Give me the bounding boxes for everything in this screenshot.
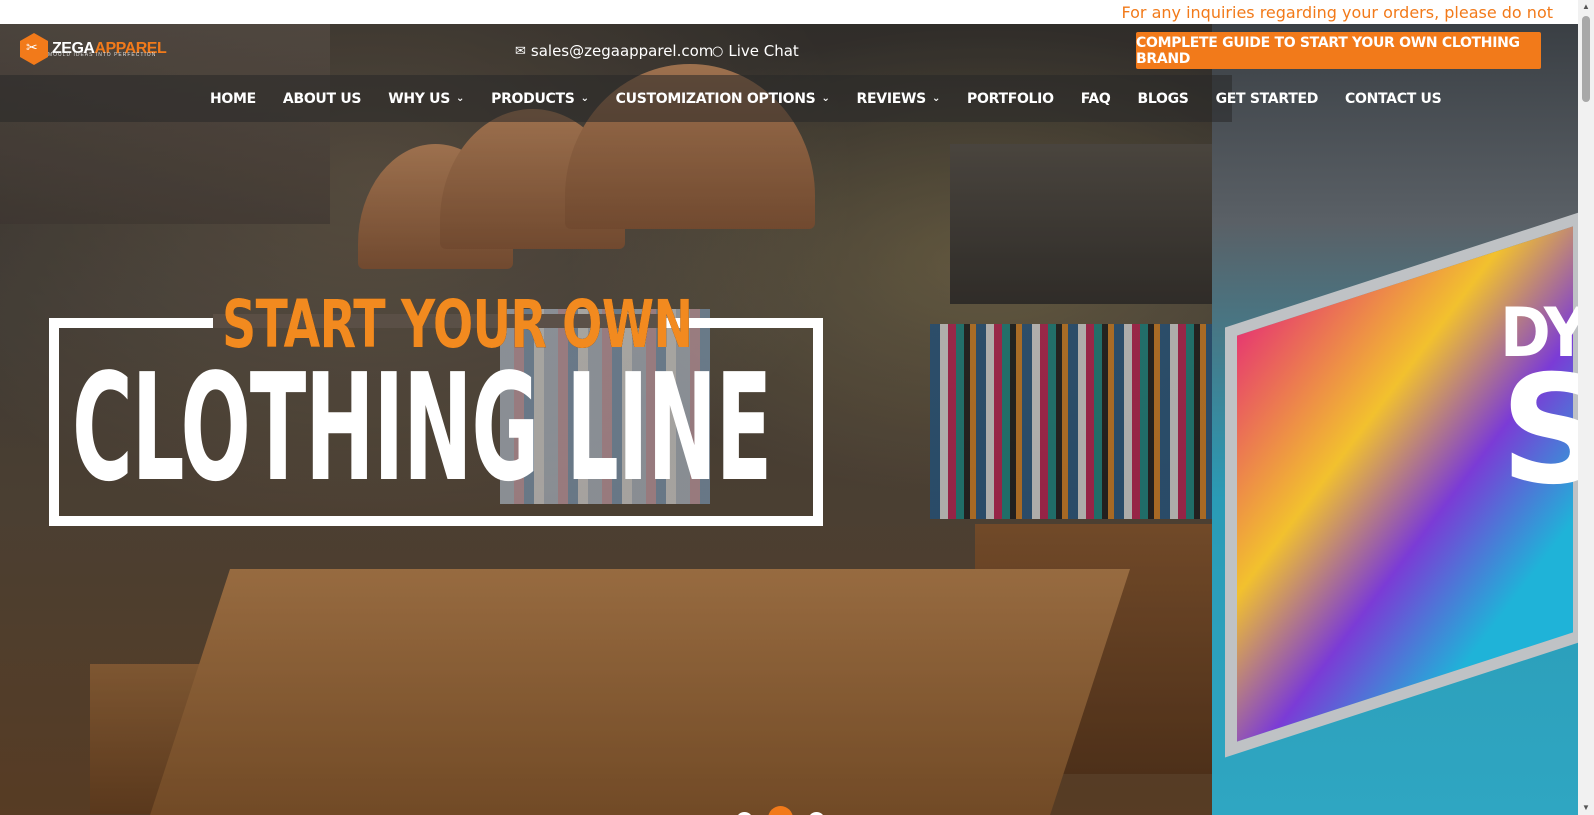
chevron-down-icon: ⌄: [931, 93, 941, 104]
hero-slider: DY S START YOUR OWN CLOTHING LINE: [0, 24, 1578, 815]
nav-item-label: REVIEWS: [856, 90, 927, 107]
live-chat-text: Live Chat: [728, 42, 799, 60]
nav-item-customization-options[interactable]: CUSTOMIZATION OPTIONS ⌄: [616, 91, 830, 107]
chevron-down-icon: ⌄: [456, 93, 465, 104]
nav-item-portfolio[interactable]: PORTFOLIO: [967, 91, 1054, 107]
site-logo[interactable]: ZEGAAPPAREL: [20, 33, 167, 65]
nav-item-label: HOME: [210, 90, 256, 107]
scrollbar[interactable]: ▲ ▼: [1578, 0, 1594, 815]
nav-item-about-us[interactable]: ABOUT US: [282, 90, 362, 107]
nav-item-label: WHY US: [388, 90, 451, 107]
logo-icon: [20, 33, 48, 65]
nav-item-label: PORTFOLIO: [967, 90, 1054, 107]
live-chat-link[interactable]: ○ Live Chat: [712, 42, 799, 60]
nav-item-faq[interactable]: FAQ: [1081, 91, 1111, 107]
chat-icon: ○: [712, 43, 724, 59]
nav-item-label: CUSTOMIZATION OPTIONS: [615, 90, 816, 107]
nav-item-blogs[interactable]: BLOGS: [1138, 91, 1189, 107]
chevron-down-icon: ⌄: [821, 93, 830, 104]
mail-icon: ✉: [515, 43, 526, 59]
nav-item-label: CONTACT US: [1345, 90, 1442, 107]
email-link[interactable]: ✉ sales@zegaapparel.com: [515, 42, 713, 60]
nav-item-home[interactable]: HOME: [210, 91, 256, 107]
nav-item-why-us[interactable]: WHY US ⌄: [388, 91, 464, 107]
nav-item-label: BLOGS: [1137, 90, 1189, 107]
nav-item-label: GET STARTED: [1215, 90, 1319, 107]
logo-tagline: MOULD IDEAS INTO PERFECTION: [48, 52, 157, 58]
slider-dots: [736, 806, 840, 815]
nav-item-label: ABOUT US: [282, 90, 362, 107]
nav-item-products[interactable]: PRODUCTS ⌄: [491, 91, 589, 107]
nav-item-reviews[interactable]: REVIEWS ⌄: [856, 90, 941, 107]
cta-guide-button[interactable]: COMPLETE GUIDE TO START YOUR OWN CLOTHIN…: [1136, 32, 1541, 69]
ticker-text: For any inquiries regarding your orders,…: [1121, 3, 1554, 22]
hero-heading-large: CLOTHING LINE: [72, 342, 772, 514]
scroll-down-arrow-icon[interactable]: ▼: [1578, 801, 1594, 815]
announcement-ticker: For any inquiries regarding your orders,…: [0, 0, 1578, 24]
scroll-thumb[interactable]: [1582, 16, 1590, 102]
email-text: sales@zegaapparel.com: [530, 42, 714, 60]
chevron-down-icon: ⌄: [580, 93, 589, 104]
nav-item-get-started[interactable]: GET STARTED: [1215, 90, 1319, 107]
scroll-up-arrow-icon[interactable]: ▲: [1578, 0, 1594, 14]
next-slide-heading-2: S: [1500, 344, 1578, 518]
main-nav: HOME ABOUT US WHY US ⌄ PRODUCTS ⌄ CUSTOMIZATIO…: [0, 75, 1442, 122]
nav-item-contact-us[interactable]: CONTACT US: [1345, 90, 1442, 107]
nav-item-label: PRODUCTS: [491, 90, 575, 107]
nav-item-label: FAQ: [1080, 90, 1111, 107]
nav-items: HOME ABOUT US WHY US ⌄ PRODUCTS ⌄ CUSTOMIZATIO…: [210, 75, 1468, 122]
